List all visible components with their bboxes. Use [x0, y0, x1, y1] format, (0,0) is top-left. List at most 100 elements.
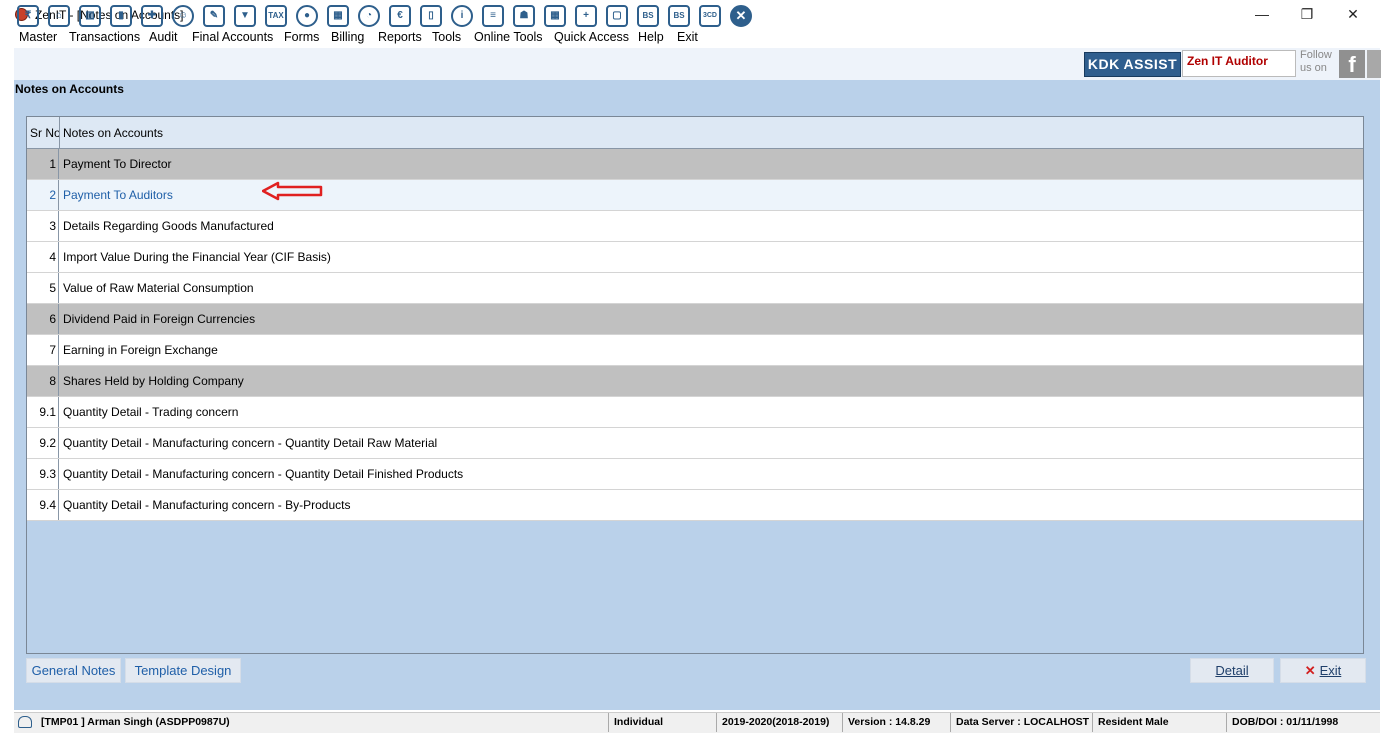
row-sr-no: 9.1: [27, 397, 59, 427]
status-type: Individual: [608, 713, 716, 732]
zen-it-auditor-link[interactable]: Zen IT Auditor: [1182, 50, 1296, 77]
calculator-icon[interactable]: ▦: [327, 5, 349, 27]
row-sr-no: 9.2: [27, 428, 59, 458]
exit-label: Exit: [1319, 663, 1342, 678]
row-sr-no: 6: [27, 304, 59, 334]
general-notes-button[interactable]: General Notes: [26, 658, 121, 683]
menu-forms[interactable]: Forms: [284, 30, 319, 44]
column-header-sr-no[interactable]: Sr No: [27, 117, 60, 148]
table-row[interactable]: 1 Payment To Director: [27, 149, 1363, 180]
info-icon[interactable]: i: [451, 5, 473, 27]
folder-add-icon[interactable]: +: [575, 5, 597, 27]
menu-final-accounts[interactable]: Final Accounts: [192, 30, 273, 44]
building-icon[interactable]: ▥: [79, 5, 101, 27]
row-sr-no: 5: [27, 273, 59, 303]
row-sr-no: 9.4: [27, 490, 59, 520]
row-sr-no: 3: [27, 211, 59, 241]
twitter-icon[interactable]: [1367, 50, 1381, 78]
row-note-name: Quantity Detail - Manufacturing concern …: [63, 436, 438, 450]
table-row[interactable]: 9.1 Quantity Detail - Trading concern: [27, 397, 1363, 428]
minimize-button[interactable]: —: [1242, 4, 1282, 24]
table-row[interactable]: 9.4 Quantity Detail - Manufacturing conce…: [27, 490, 1363, 521]
pie-icon[interactable]: ◔: [358, 5, 380, 27]
menu-quick-access[interactable]: Quick Access: [554, 30, 629, 44]
row-sr-no: 7: [27, 335, 59, 365]
template-design-button[interactable]: Template Design: [125, 658, 241, 683]
status-version: Version : 14.8.29: [842, 713, 950, 732]
gift-icon[interactable]: ✚: [141, 5, 163, 27]
facebook-icon[interactable]: f: [1339, 50, 1365, 78]
3cd-icon[interactable]: 3CD: [699, 5, 721, 27]
follow-line-2: us on: [1300, 62, 1327, 74]
row-sr-no: 1: [27, 149, 59, 179]
row-sr-no: 9.3: [27, 459, 59, 489]
exit-button[interactable]: ✕ Exit: [1280, 658, 1366, 683]
toggle-icon[interactable]: ●: [296, 5, 318, 27]
follow-line-1: Follow: [1300, 49, 1332, 61]
row-sr-no: 2: [27, 180, 59, 210]
bs-sch-icon[interactable]: BS: [668, 5, 690, 27]
detail-label: Detail: [1215, 663, 1249, 678]
status-year: 2019-2020(2018-2019): [716, 713, 842, 732]
row-note-name: Earning in Foreign Exchange: [63, 343, 218, 357]
menu-billing[interactable]: Billing: [331, 30, 364, 44]
calendar-icon[interactable]: ▦: [544, 5, 566, 27]
report-icon[interactable]: ≡: [482, 5, 504, 27]
row-sr-no: 4: [27, 242, 59, 272]
row-note-name: Quantity Detail - Manufacturing concern …: [63, 498, 351, 512]
menu-help[interactable]: Help: [638, 30, 664, 44]
restore-button[interactable]: ❐: [1287, 4, 1327, 24]
table-row[interactable]: 9.3 Quantity Detail - Manufacturing conce…: [27, 459, 1363, 490]
book-icon[interactable]: ▯: [420, 5, 442, 27]
filter-icon[interactable]: ▼: [234, 5, 256, 27]
row-note-name: Payment To Auditors: [63, 188, 173, 202]
pay-icon[interactable]: €: [389, 5, 411, 27]
table-row[interactable]: 4 Import Value During the Financial Year …: [27, 242, 1363, 273]
annotation-arrow-icon: [262, 181, 323, 201]
bar-chart-icon[interactable]: ▮: [110, 5, 132, 27]
follow-us-text: Follow us on: [1300, 49, 1332, 75]
menu-audit[interactable]: Audit: [149, 30, 178, 44]
table-row[interactable]: 6 Dividend Paid in Foreign Currencies: [27, 304, 1363, 335]
document-icon[interactable]: ▢: [606, 5, 628, 27]
row-note-name: Quantity Detail - Manufacturing concern …: [63, 467, 464, 481]
table-row[interactable]: 7 Earning in Foreign Exchange: [27, 335, 1363, 366]
menu-exit[interactable]: Exit: [677, 30, 698, 44]
status-server: Data Server : LOCALHOST: [950, 713, 1092, 732]
row-note-name: Shares Held by Holding Company: [63, 374, 244, 388]
row-note-name: Payment To Director: [63, 157, 172, 171]
table-row[interactable]: 8 Shares Held by Holding Company: [27, 366, 1363, 397]
row-note-name: Value of Raw Material Consumption: [63, 281, 254, 295]
user-edit-icon[interactable]: ☗: [513, 5, 535, 27]
bs-icon[interactable]: BS: [637, 5, 659, 27]
row-note-name: Import Value During the Financial Year (…: [63, 250, 331, 264]
row-sr-no: 8: [27, 366, 59, 396]
status-bar: [TMP01 ] Arman Singh (ASDPP0987U) Indivi…: [14, 712, 1380, 733]
kdk-assist-button[interactable]: KDK ASSIST: [1084, 52, 1181, 77]
notes-grid: Sr No Notes on Accounts 1 Payment To Dire…: [26, 116, 1364, 654]
status-dob: DOB/DOI : 01/11/1998: [1226, 713, 1380, 732]
exit-x-icon: ✕: [1304, 663, 1316, 678]
table-row[interactable]: 5 Value of Raw Material Consumption: [27, 273, 1363, 304]
home-icon[interactable]: ⌂: [48, 5, 70, 27]
tax-icon[interactable]: TAX: [265, 5, 287, 27]
row-note-name: Quantity Detail - Trading concern: [63, 405, 239, 419]
pin-icon[interactable]: ✎: [203, 5, 225, 27]
menu-tools[interactable]: Tools: [432, 30, 461, 44]
table-row[interactable]: 3 Details Regarding Goods Manufactured: [27, 211, 1363, 242]
table-row[interactable]: 9.2 Quantity Detail - Manufacturing conce…: [27, 428, 1363, 459]
menu-bar: Master Transactions Audit Final Accounts…: [0, 28, 1393, 48]
ledger-icon[interactable]: ₹: [17, 5, 39, 27]
detail-button[interactable]: Detail: [1190, 658, 1274, 683]
table-row[interactable]: 2 Payment To Auditors: [27, 180, 1363, 211]
menu-master[interactable]: Master: [19, 30, 57, 44]
close-window-button[interactable]: ✕: [1333, 4, 1373, 24]
status-user: [TMP01 ] Arman Singh (ASDPP0987U): [41, 716, 230, 728]
menu-reports[interactable]: Reports: [378, 30, 422, 44]
grid-header: Sr No Notes on Accounts: [27, 117, 1363, 149]
users-icon[interactable]: ☺: [172, 5, 194, 27]
page-title: Notes on Accounts: [15, 82, 124, 96]
close-circle-icon[interactable]: ✕: [730, 5, 752, 27]
menu-transactions[interactable]: Transactions: [69, 30, 140, 44]
menu-online-tools[interactable]: Online Tools: [474, 30, 543, 44]
